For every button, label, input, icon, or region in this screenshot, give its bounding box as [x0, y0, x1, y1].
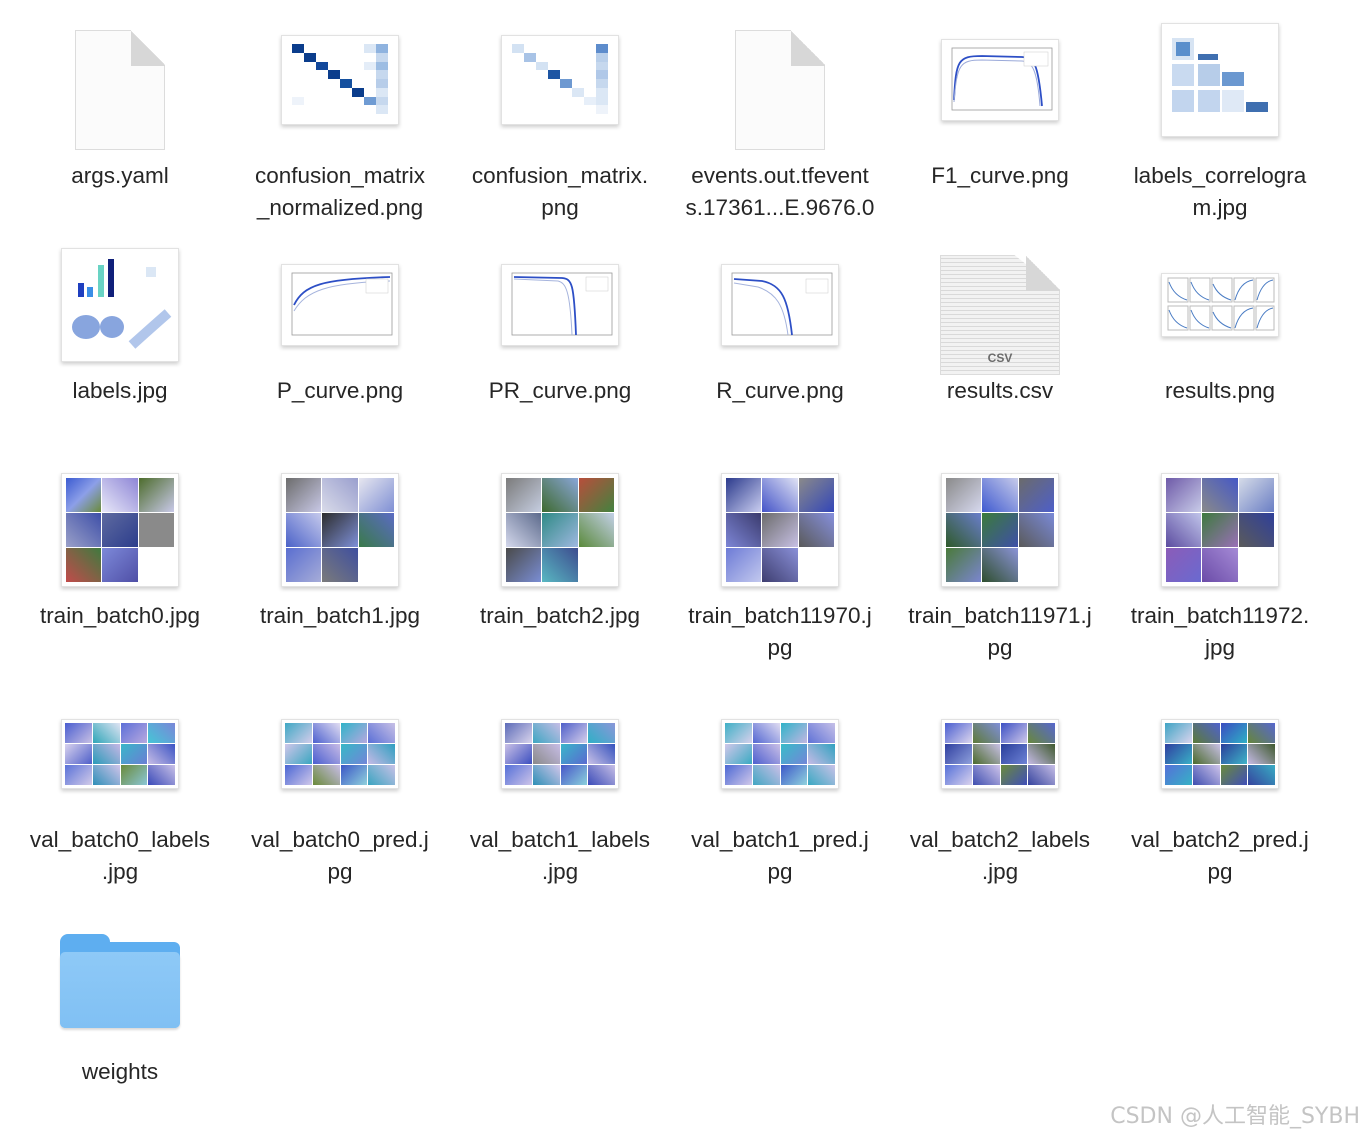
image-thumbnail [1110, 684, 1330, 824]
document-icon [670, 20, 890, 160]
file-name: R_curve.png [716, 378, 844, 403]
image-thumbnail [230, 460, 450, 600]
batch-mosaic-graphic [66, 478, 174, 582]
file-name: args.yaml [71, 163, 169, 188]
correlogram-graphic [1172, 38, 1268, 112]
file-name-line-1: val_batch0_pred.j [251, 827, 429, 852]
file-name: train_batch2.jpg [479, 603, 641, 628]
file-name-line-1: val_batch1_pred.j [691, 827, 869, 852]
image-thumbnail [230, 684, 450, 824]
file-name-line-1: val_batch1_labels [469, 827, 651, 852]
batch-mosaic-graphic [946, 478, 1054, 582]
val-mosaic-graphic [65, 723, 175, 785]
file-name-line-1: train_batch11971.j [908, 603, 1092, 628]
file-name-line-2: _normalized.png [256, 195, 424, 220]
file-name-line-2: png [541, 195, 579, 220]
image-thumbnail [670, 684, 890, 824]
f1-curve-graphic [951, 47, 1053, 111]
file-name: F1_curve.png [931, 163, 1069, 188]
image-thumbnail [890, 10, 1110, 150]
file-name-line-2: .jpg [541, 859, 579, 884]
r-curve-graphic [731, 272, 833, 336]
folder-name: weights [81, 1059, 159, 1084]
val-mosaic-graphic [505, 723, 615, 785]
file-name-line-2: pg [767, 859, 793, 884]
file-name-line-2: .jpg [981, 859, 1019, 884]
file-name-line-2: .jpg [101, 859, 139, 884]
image-thumbnail [890, 684, 1110, 824]
file-name: labels.jpg [72, 378, 168, 403]
val-mosaic-graphic [1165, 723, 1275, 785]
file-name-line-2: pg [767, 635, 793, 660]
image-thumbnail [890, 460, 1110, 600]
confusion-matrix-graphic [292, 44, 388, 114]
image-thumbnail [10, 235, 230, 375]
image-thumbnail [1110, 10, 1330, 150]
image-thumbnail [670, 235, 890, 375]
document-icon [10, 20, 230, 160]
confusion-matrix-graphic [512, 44, 608, 114]
val-mosaic-graphic [725, 723, 835, 785]
image-thumbnail [230, 235, 450, 375]
file-name-line-2: jpg [1204, 635, 1236, 660]
file-name-line-1: labels_correlogra [1133, 163, 1307, 188]
file-name: results.png [1164, 378, 1276, 403]
file-name-line-1: events.out.tfevent [691, 163, 869, 188]
val-mosaic-graphic [945, 723, 1055, 785]
csv-badge: CSV [987, 351, 1013, 365]
batch-mosaic-graphic [286, 478, 394, 582]
image-thumbnail [230, 10, 450, 150]
batch-mosaic-graphic [726, 478, 834, 582]
image-thumbnail [1110, 235, 1330, 375]
image-thumbnail [450, 235, 670, 375]
image-thumbnail [1110, 460, 1330, 600]
file-name-line-1: confusion_matrix. [471, 163, 649, 188]
file-name-line-1: confusion_matrix [254, 163, 426, 188]
watermark: CSDN @人工智能_SYBH [1110, 1104, 1360, 1129]
file-name-line-2: pg [1207, 859, 1233, 884]
file-name-line-1: train_batch11972. [1130, 603, 1310, 628]
image-thumbnail [450, 460, 670, 600]
file-name: PR_curve.png [488, 378, 632, 403]
p-curve-graphic [291, 272, 393, 336]
file-name: train_batch0.jpg [39, 603, 201, 628]
image-thumbnail [10, 684, 230, 824]
file-name: P_curve.png [276, 378, 404, 403]
file-name: results.csv [946, 378, 1054, 403]
file-name: train_batch1.jpg [259, 603, 421, 628]
batch-mosaic-graphic [506, 478, 614, 582]
image-thumbnail [450, 10, 670, 150]
val-mosaic-graphic [285, 723, 395, 785]
pr-curve-graphic [511, 272, 613, 336]
image-thumbnail [10, 460, 230, 600]
folder-icon [10, 910, 230, 1050]
file-name-line-1: val_batch0_labels [29, 827, 211, 852]
image-thumbnail [450, 684, 670, 824]
file-name-line-1: val_batch2_labels [909, 827, 1091, 852]
file-name-line-2: pg [987, 635, 1013, 660]
file-name-line-2: s.17361...E.9676.0 [685, 195, 875, 220]
file-name-line-1: val_batch2_pred.j [1131, 827, 1309, 852]
file-name-line-2: m.jpg [1192, 195, 1248, 220]
labels-plot-graphic [72, 259, 172, 349]
batch-mosaic-graphic [1166, 478, 1274, 582]
file-name-line-1: train_batch11970.j [688, 603, 872, 628]
image-thumbnail [670, 460, 890, 600]
results-plot-graphic [1167, 277, 1275, 331]
file-name-line-2: pg [327, 859, 353, 884]
csv-file-icon: CSV [890, 245, 1110, 385]
